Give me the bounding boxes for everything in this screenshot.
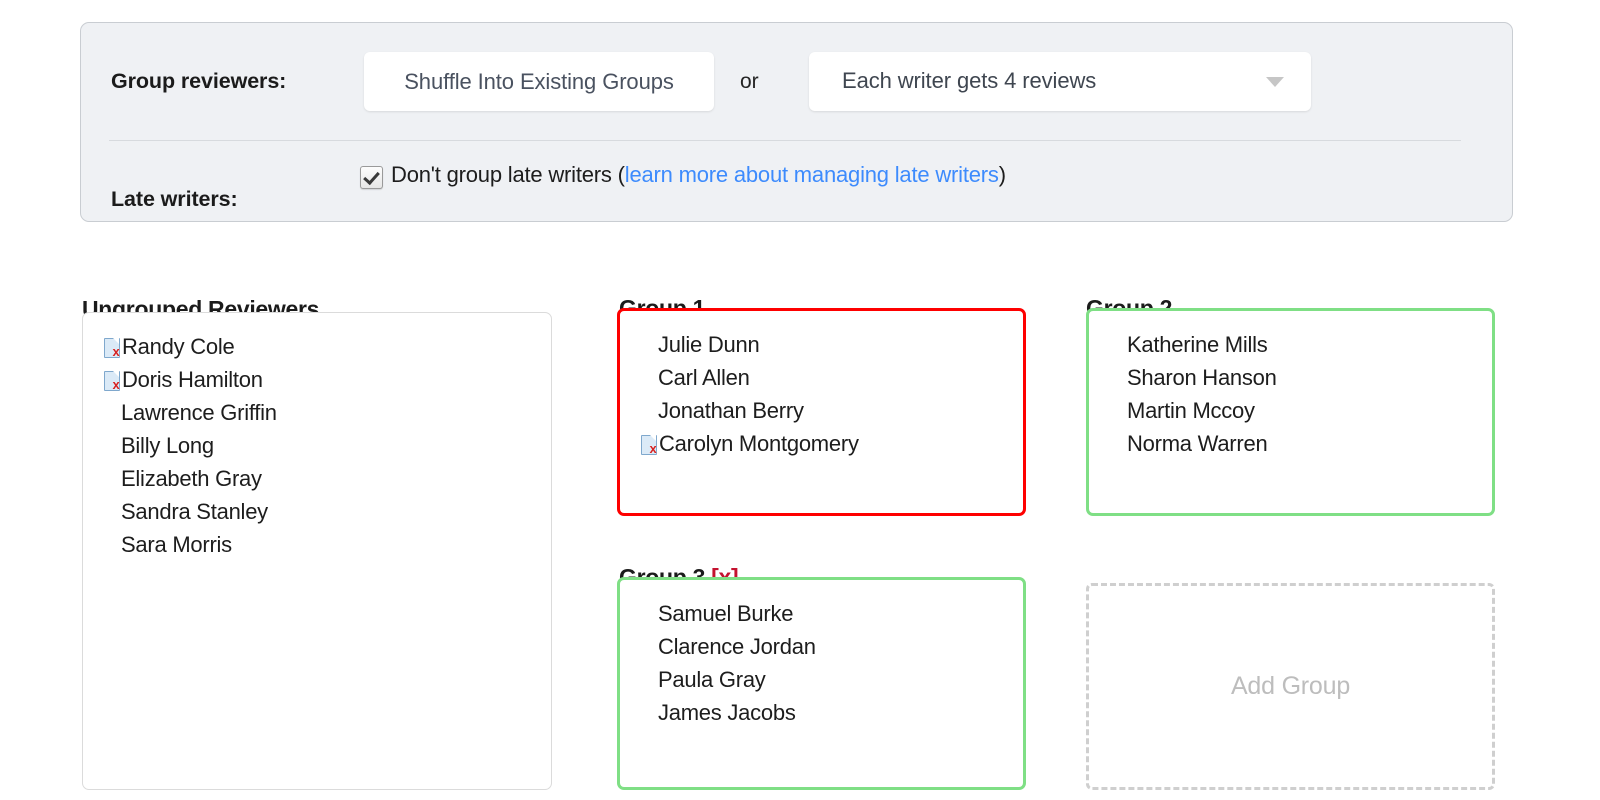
late-submission-icon: x — [103, 337, 122, 358]
reviews-per-writer-select[interactable]: Each writer gets 4 reviews — [809, 52, 1311, 111]
roster-item[interactable]: James Jacobs — [620, 696, 1023, 729]
reviewer-name: Samuel Burke — [658, 601, 794, 626]
late-writers-row: Late writers: Don't group late writers (… — [81, 141, 1512, 223]
learn-more-late-writers-link[interactable]: learn more about managing late writers — [625, 162, 999, 187]
roster-item[interactable]: Elizabeth Gray — [83, 462, 551, 495]
roster-item[interactable]: Jonathan Berry — [620, 394, 1023, 427]
reviewer-name: Sharon Hanson — [1127, 365, 1277, 390]
reviewer-name: James Jacobs — [658, 700, 796, 725]
roster-item[interactable]: Samuel Burke — [620, 597, 1023, 630]
reviewer-name: Sandra Stanley — [121, 499, 268, 524]
reviewer-name: Doris Hamilton — [122, 367, 263, 392]
add-group-button[interactable]: Add Group — [1086, 583, 1495, 790]
reviewer-name: Clarence Jordan — [658, 634, 816, 659]
roster-item[interactable]: Sharon Hanson — [1089, 361, 1492, 394]
reviewer-name: Randy Cole — [122, 334, 235, 359]
roster-item[interactable]: x Carolyn Montgomery — [620, 427, 1023, 460]
chevron-down-icon — [1266, 77, 1284, 87]
group-2-box[interactable]: Katherine Mills Sharon Hanson Martin Mccoy… — [1086, 308, 1495, 516]
reviewer-name: Martin Mccoy — [1127, 398, 1255, 423]
late-writers-description: Don't group late writers (learn more abo… — [391, 162, 1006, 188]
group-1-box[interactable]: Julie Dunn Carl Allen Jonathan Berry x Carol… — [617, 308, 1026, 516]
reviewer-name: Jonathan Berry — [658, 398, 804, 423]
late-writers-text-before: Don't group late writers ( — [391, 162, 625, 187]
group-reviewers-label: Group reviewers: — [111, 69, 287, 93]
group-reviewers-row: Group reviewers: Shuffle Into Existing G… — [81, 23, 1512, 140]
group-1-list: Julie Dunn Carl Allen Jonathan Berry x Carol… — [620, 311, 1023, 460]
roster-item[interactable]: Martin Mccoy — [1089, 394, 1492, 427]
late-writers-label: Late writers: — [111, 187, 238, 211]
reviewer-name: Sara Morris — [121, 532, 232, 557]
or-separator-label: or — [740, 70, 759, 93]
ungrouped-reviewers-box[interactable]: x Randy Cole x Doris Hamilton Lawrence Griff… — [82, 312, 552, 790]
group-settings-panel: Group reviewers: Shuffle Into Existing G… — [80, 22, 1513, 222]
reviews-per-writer-value: Each writer gets 4 reviews — [842, 68, 1097, 93]
add-group-label: Add Group — [1230, 672, 1351, 700]
reviewer-name: Carolyn Montgomery — [659, 431, 859, 456]
reviewer-name: Lawrence Griffin — [121, 400, 277, 425]
roster-item[interactable]: Norma Warren — [1089, 427, 1492, 460]
reviewer-name: Norma Warren — [1127, 431, 1268, 456]
reviewer-name: Julie Dunn — [658, 332, 760, 357]
shuffle-into-existing-groups-button[interactable]: Shuffle Into Existing Groups — [364, 52, 714, 111]
roster-item[interactable]: Clarence Jordan — [620, 630, 1023, 663]
ungrouped-reviewers-list: x Randy Cole x Doris Hamilton Lawrence Griff… — [83, 313, 551, 561]
late-submission-icon: x — [640, 434, 659, 455]
late-writers-text-after: ) — [998, 162, 1006, 187]
roster-item[interactable]: Lawrence Griffin — [83, 396, 551, 429]
roster-item[interactable]: Katherine Mills — [1089, 328, 1492, 361]
reviewer-name: Carl Allen — [658, 365, 750, 390]
roster-item[interactable]: Paula Gray — [620, 663, 1023, 696]
roster-item[interactable]: Julie Dunn — [620, 328, 1023, 361]
roster-item[interactable]: Sandra Stanley — [83, 495, 551, 528]
roster-item[interactable]: Sara Morris — [83, 528, 551, 561]
late-submission-icon: x — [103, 370, 122, 391]
roster-item[interactable]: x Randy Cole — [83, 330, 551, 363]
reviewer-name: Katherine Mills — [1127, 332, 1268, 357]
group-3-box[interactable]: Samuel Burke Clarence Jordan Paula Gray Jam… — [617, 577, 1026, 790]
reviewer-name: Paula Gray — [658, 667, 766, 692]
dont-group-late-writers-checkbox[interactable] — [360, 166, 383, 189]
roster-item[interactable]: Carl Allen — [620, 361, 1023, 394]
group-2-list: Katherine Mills Sharon Hanson Martin Mccoy… — [1089, 311, 1492, 460]
roster-item[interactable]: x Doris Hamilton — [83, 363, 551, 396]
group-3-list: Samuel Burke Clarence Jordan Paula Gray Jam… — [620, 580, 1023, 729]
reviewer-name: Billy Long — [121, 433, 214, 458]
reviewer-name: Elizabeth Gray — [121, 466, 262, 491]
roster-item[interactable]: Billy Long — [83, 429, 551, 462]
